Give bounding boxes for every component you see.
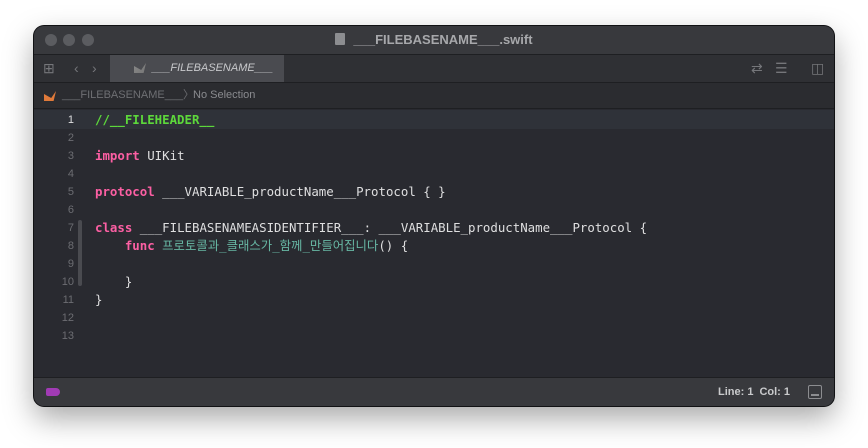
code-token: } xyxy=(95,292,103,307)
jump-bar-selection[interactable]: No Selection xyxy=(193,83,255,108)
title-bar: ___FILEBASENAME___.swift xyxy=(34,26,834,55)
tag-icon[interactable] xyxy=(46,388,60,396)
chevron-right-icon[interactable]: › xyxy=(92,59,97,77)
line-number: 12 xyxy=(61,312,74,324)
document-icon xyxy=(335,33,346,45)
line-number: 13 xyxy=(61,330,74,342)
add-editor-icon[interactable]: ◫ xyxy=(811,59,824,77)
lines-icon[interactable]: ☰ xyxy=(775,59,788,77)
code-line[interactable]: 9 xyxy=(34,255,834,273)
swap-icon[interactable]: ⇄ xyxy=(751,59,763,77)
keyword-token: protocol xyxy=(95,184,155,199)
cursor-position: Line: 1 Col: 1 xyxy=(712,378,790,406)
line-number: 2 xyxy=(67,132,74,144)
code-line[interactable]: 10 } xyxy=(34,273,834,291)
chevron-left-icon[interactable]: ‹ xyxy=(74,59,79,77)
swift-icon xyxy=(44,91,56,101)
toggle-debug-area-icon[interactable] xyxy=(808,385,822,399)
code-text: class ___FILEBASENAMEASIDENTIFIER___: __… xyxy=(95,219,647,237)
code-line[interactable]: 11} xyxy=(34,291,834,309)
code-token: } xyxy=(95,274,133,289)
column-number-status: Col: 1 xyxy=(759,386,790,398)
code-token: () { xyxy=(378,238,409,253)
function-name-token: 프로토콜과_클래스가_함께_만들어집니다 xyxy=(154,238,379,253)
line-number: 7 xyxy=(67,222,74,234)
code-line[interactable]: 1 //__FILEHEADER__ xyxy=(34,111,834,129)
window-title: ___FILEBASENAME___.swift xyxy=(34,32,834,47)
keyword-token: class xyxy=(95,220,133,235)
window-title-text: ___FILEBASENAME___.swift xyxy=(353,32,533,47)
line-number: 9 xyxy=(67,258,74,270)
tab-bar: ⊞ ‹ › ___FILEBASENAME___ ⇄ ☰ ◫ xyxy=(34,55,834,83)
code-line[interactable]: 8 func 프로토콜과_클래스가_함께_만들어집니다() { xyxy=(34,237,834,255)
code-text: import UIKit xyxy=(95,147,185,165)
line-number: 1 xyxy=(67,114,74,126)
xcode-window: ___FILEBASENAME___.swift ⊞ ‹ › ___FILEBA… xyxy=(34,26,834,406)
keyword-token: func xyxy=(124,238,155,253)
code-text: } xyxy=(95,273,132,291)
line-number: 6 xyxy=(67,204,74,216)
status-bar: Line: 1 Col: 1 xyxy=(34,377,834,406)
comment-token: //__FILEHEADER__ xyxy=(95,112,215,127)
grid-icon[interactable]: ⊞ xyxy=(43,59,55,77)
line-number: 10 xyxy=(61,276,74,288)
line-number-status: Line: 1 xyxy=(717,386,754,398)
code-text: //__FILEHEADER__ xyxy=(95,111,214,129)
code-token: UIKit xyxy=(139,148,185,163)
jump-bar: ___FILEBASENAME___ 〉 No Selection xyxy=(34,83,834,109)
line-number: 5 xyxy=(67,186,74,198)
code-line[interactable]: 6 xyxy=(34,201,834,219)
keyword-token: import xyxy=(95,148,140,163)
swift-icon xyxy=(134,63,146,73)
line-number: 4 xyxy=(67,168,74,180)
code-text: } xyxy=(95,291,102,309)
code-line[interactable]: 4 xyxy=(34,165,834,183)
tab-file[interactable]: ___FILEBASENAME___ xyxy=(110,55,284,82)
code-line[interactable]: 3 import UIKit xyxy=(34,147,834,165)
line-number: 3 xyxy=(67,150,74,162)
code-line[interactable]: 12 xyxy=(34,309,834,327)
line-number: 11 xyxy=(62,294,74,306)
code-editor[interactable]: 1 //__FILEHEADER__ 2 3 import UIKit 4 5 protoco… xyxy=(34,109,834,377)
tab-label: ___FILEBASENAME___ xyxy=(152,62,274,74)
line-number: 8 xyxy=(67,240,74,252)
code-token: ___VARIABLE_productName___Protocol { } xyxy=(154,184,446,199)
code-line[interactable]: 13 xyxy=(34,327,834,345)
code-line[interactable]: 7 class ___FILEBASENAMEASIDENTIFIER___: _… xyxy=(34,219,834,237)
code-line[interactable]: 2 xyxy=(34,129,834,147)
code-text: protocol ___VARIABLE_productName___Proto… xyxy=(95,183,446,201)
code-line[interactable]: 5 protocol ___VARIABLE_productName___Prot… xyxy=(34,183,834,201)
code-token: ___FILEBASENAMEASIDENTIFIER___: ___VARIA… xyxy=(132,220,648,235)
code-text: func 프로토콜과_클래스가_함께_만들어집니다() { xyxy=(95,237,408,255)
jump-bar-file[interactable]: ___FILEBASENAME___ xyxy=(62,83,183,108)
